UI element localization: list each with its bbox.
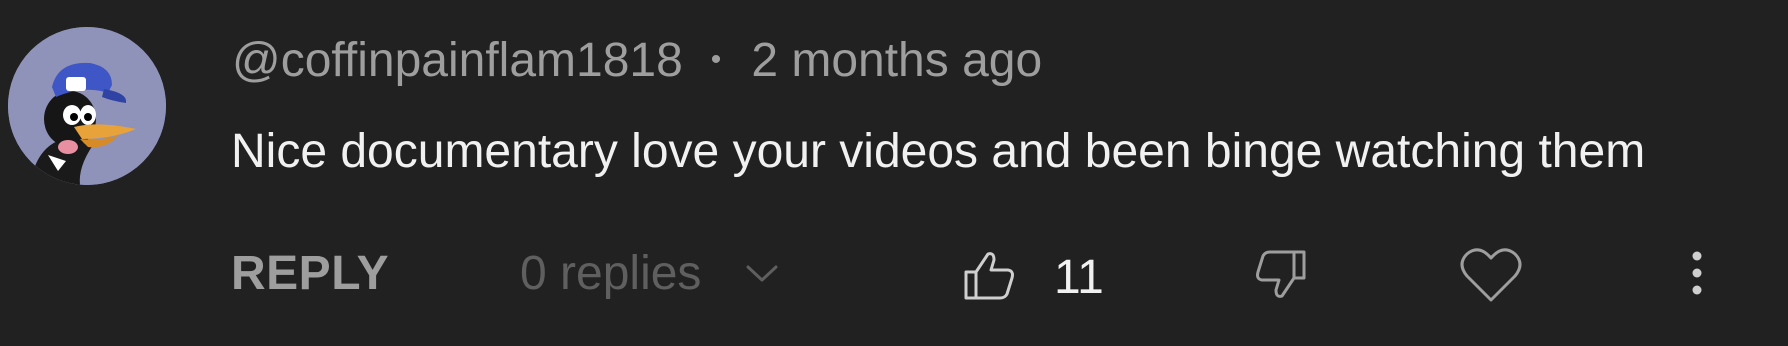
comment-header: @coffinpainflam1818 • 2 months ago xyxy=(232,28,1042,92)
thumbs-up-icon xyxy=(962,248,1016,307)
timestamp: 2 months ago xyxy=(751,33,1043,87)
heart-icon xyxy=(1459,248,1523,308)
comment-item: @coffinpainflam1818 • 2 months ago Nice … xyxy=(0,0,1788,346)
heart-button[interactable] xyxy=(1459,246,1523,309)
comment-text: Nice documentary love your videos and be… xyxy=(231,125,1646,178)
reply-button[interactable]: REPLY xyxy=(231,246,389,301)
separator-dot: • xyxy=(710,43,722,76)
avatar[interactable] xyxy=(8,27,166,185)
thumbs-down-icon xyxy=(1254,250,1308,306)
dislike-button[interactable] xyxy=(1254,248,1308,307)
chevron-down-icon xyxy=(745,264,779,284)
replies-toggle[interactable]: 0 replies xyxy=(520,246,779,301)
replies-count-label: 0 replies xyxy=(520,247,702,300)
more-options-button[interactable] xyxy=(1682,246,1712,306)
author-name[interactable]: @coffinpainflam1818 xyxy=(232,33,683,88)
daffy-duck-avatar-icon xyxy=(8,27,166,185)
like-button[interactable]: 11 xyxy=(962,248,1104,307)
like-count: 11 xyxy=(1054,251,1104,304)
more-vertical-icon xyxy=(1682,251,1712,310)
